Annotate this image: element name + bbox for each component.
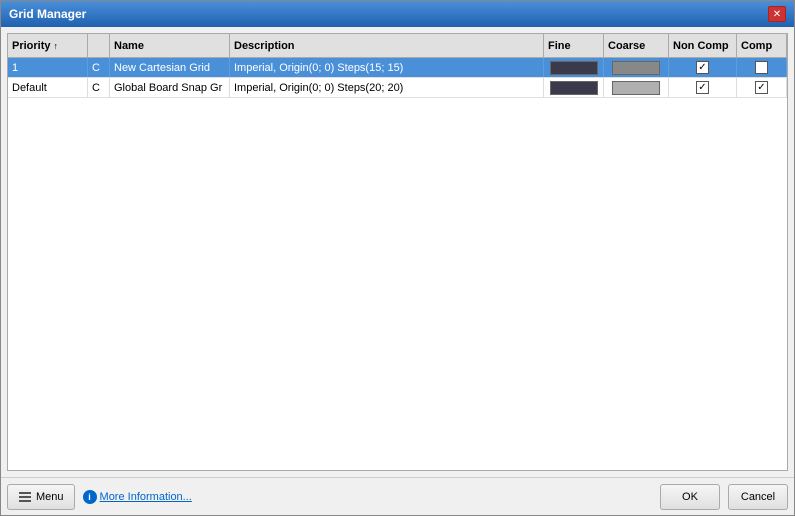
col-header-fine[interactable]: Fine (544, 34, 604, 57)
table-row[interactable]: 1 C New Cartesian Grid Imperial, Origin(… (8, 58, 787, 78)
title-bar: Grid Manager ✕ (1, 1, 794, 27)
cell-comp[interactable] (737, 78, 787, 97)
cell-description: Imperial, Origin(0; 0) Steps(15; 15) (230, 58, 544, 77)
col-header-comp[interactable]: Comp (737, 34, 787, 57)
comp-checkbox[interactable] (755, 81, 768, 94)
coarse-swatch (612, 61, 660, 75)
cell-name: New Cartesian Grid (110, 58, 230, 77)
fine-swatch (550, 81, 598, 95)
footer: Menu i More Information... OK Cancel (1, 477, 794, 515)
cell-priority: 1 (8, 58, 88, 77)
cell-coarse (604, 58, 669, 77)
more-info-link[interactable]: i More Information... (83, 490, 192, 504)
cell-fine (544, 58, 604, 77)
grid-header: Priority ↑ Name Description Fine Coarse … (8, 34, 787, 58)
sort-arrow-icon: ↑ (54, 41, 59, 51)
cell-noncomp[interactable] (669, 58, 737, 77)
content-area: Priority ↑ Name Description Fine Coarse … (1, 27, 794, 477)
grid-body: 1 C New Cartesian Grid Imperial, Origin(… (8, 58, 787, 470)
close-button[interactable]: ✕ (768, 6, 786, 22)
cell-noncomp[interactable] (669, 78, 737, 97)
comp-checkbox[interactable] (755, 61, 768, 74)
coarse-swatch (612, 81, 660, 95)
col-header-priority[interactable]: Priority ↑ (8, 34, 88, 57)
main-window: Grid Manager ✕ Priority ↑ Name Descripti… (0, 0, 795, 516)
menu-icon (18, 490, 32, 504)
menu-label: Menu (36, 491, 64, 503)
cell-fine (544, 78, 604, 97)
cell-priority: Default (8, 78, 88, 97)
noncomp-checkbox[interactable] (696, 81, 709, 94)
cancel-button[interactable]: Cancel (728, 484, 788, 510)
more-info-label: More Information... (100, 491, 192, 503)
title-bar-controls: ✕ (768, 6, 786, 22)
cell-coarse (604, 78, 669, 97)
table-row[interactable]: Default C Global Board Snap Gr Imperial,… (8, 78, 787, 98)
cell-comp[interactable] (737, 58, 787, 77)
col-header-type[interactable] (88, 34, 110, 57)
window-title: Grid Manager (9, 7, 86, 21)
cell-type: C (88, 78, 110, 97)
col-header-coarse[interactable]: Coarse (604, 34, 669, 57)
ok-button[interactable]: OK (660, 484, 720, 510)
col-header-noncomp[interactable]: Non Comp (669, 34, 737, 57)
fine-swatch (550, 61, 598, 75)
cell-name: Global Board Snap Gr (110, 78, 230, 97)
noncomp-checkbox[interactable] (696, 61, 709, 74)
cell-description: Imperial, Origin(0; 0) Steps(20; 20) (230, 78, 544, 97)
cell-type: C (88, 58, 110, 77)
col-header-description[interactable]: Description (230, 34, 544, 57)
menu-button[interactable]: Menu (7, 484, 75, 510)
info-icon: i (83, 490, 97, 504)
grid-container: Priority ↑ Name Description Fine Coarse … (7, 33, 788, 471)
col-header-name[interactable]: Name (110, 34, 230, 57)
